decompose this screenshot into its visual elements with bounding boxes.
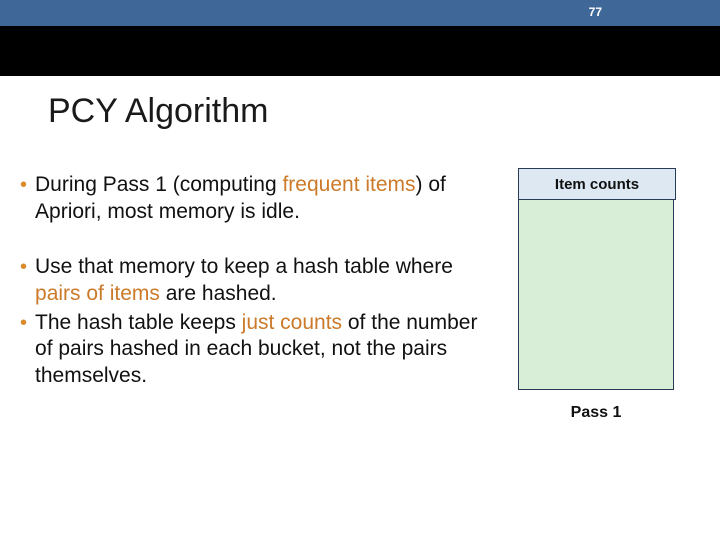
memory-rect: Item counts (518, 168, 674, 390)
slide-title: PCY Algorithm (48, 92, 268, 131)
pass-label: Pass 1 (518, 404, 674, 422)
text-fragment: are hashed. (160, 282, 277, 305)
bullet-text: Use that memory to keep a hash table whe… (35, 254, 500, 308)
highlight-text: pairs of items (35, 282, 160, 305)
bullet-item: • During Pass 1 (computing frequent item… (20, 172, 500, 226)
item-counts-box: Item counts (518, 168, 676, 200)
header-black-band (0, 26, 720, 76)
bullet-dot-icon: • (20, 172, 27, 198)
memory-diagram: Item counts Pass 1 (518, 168, 674, 422)
bullet-dot-icon: • (20, 254, 27, 280)
header-bar: 77 (0, 0, 720, 26)
highlight-text: just counts (242, 311, 342, 334)
bullet-text: During Pass 1 (computing frequent items)… (35, 172, 500, 226)
bullet-dot-icon: • (20, 310, 27, 336)
page-number: 77 (589, 5, 602, 19)
bullet-text: The hash table keeps just counts of the … (35, 310, 500, 391)
bullet-group: • Use that memory to keep a hash table w… (20, 254, 500, 390)
content-area: • During Pass 1 (computing frequent item… (20, 172, 500, 392)
text-fragment: Use that memory to keep a hash table whe… (35, 255, 453, 278)
slide: 77 PCY Algorithm • During Pass 1 (comput… (0, 0, 720, 540)
highlight-text: frequent items (282, 173, 415, 196)
bullet-item: • The hash table keeps just counts of th… (20, 310, 500, 391)
text-fragment: During Pass 1 (computing (35, 173, 282, 196)
bullet-item: • Use that memory to keep a hash table w… (20, 254, 500, 308)
text-fragment: The hash table keeps (35, 311, 242, 334)
